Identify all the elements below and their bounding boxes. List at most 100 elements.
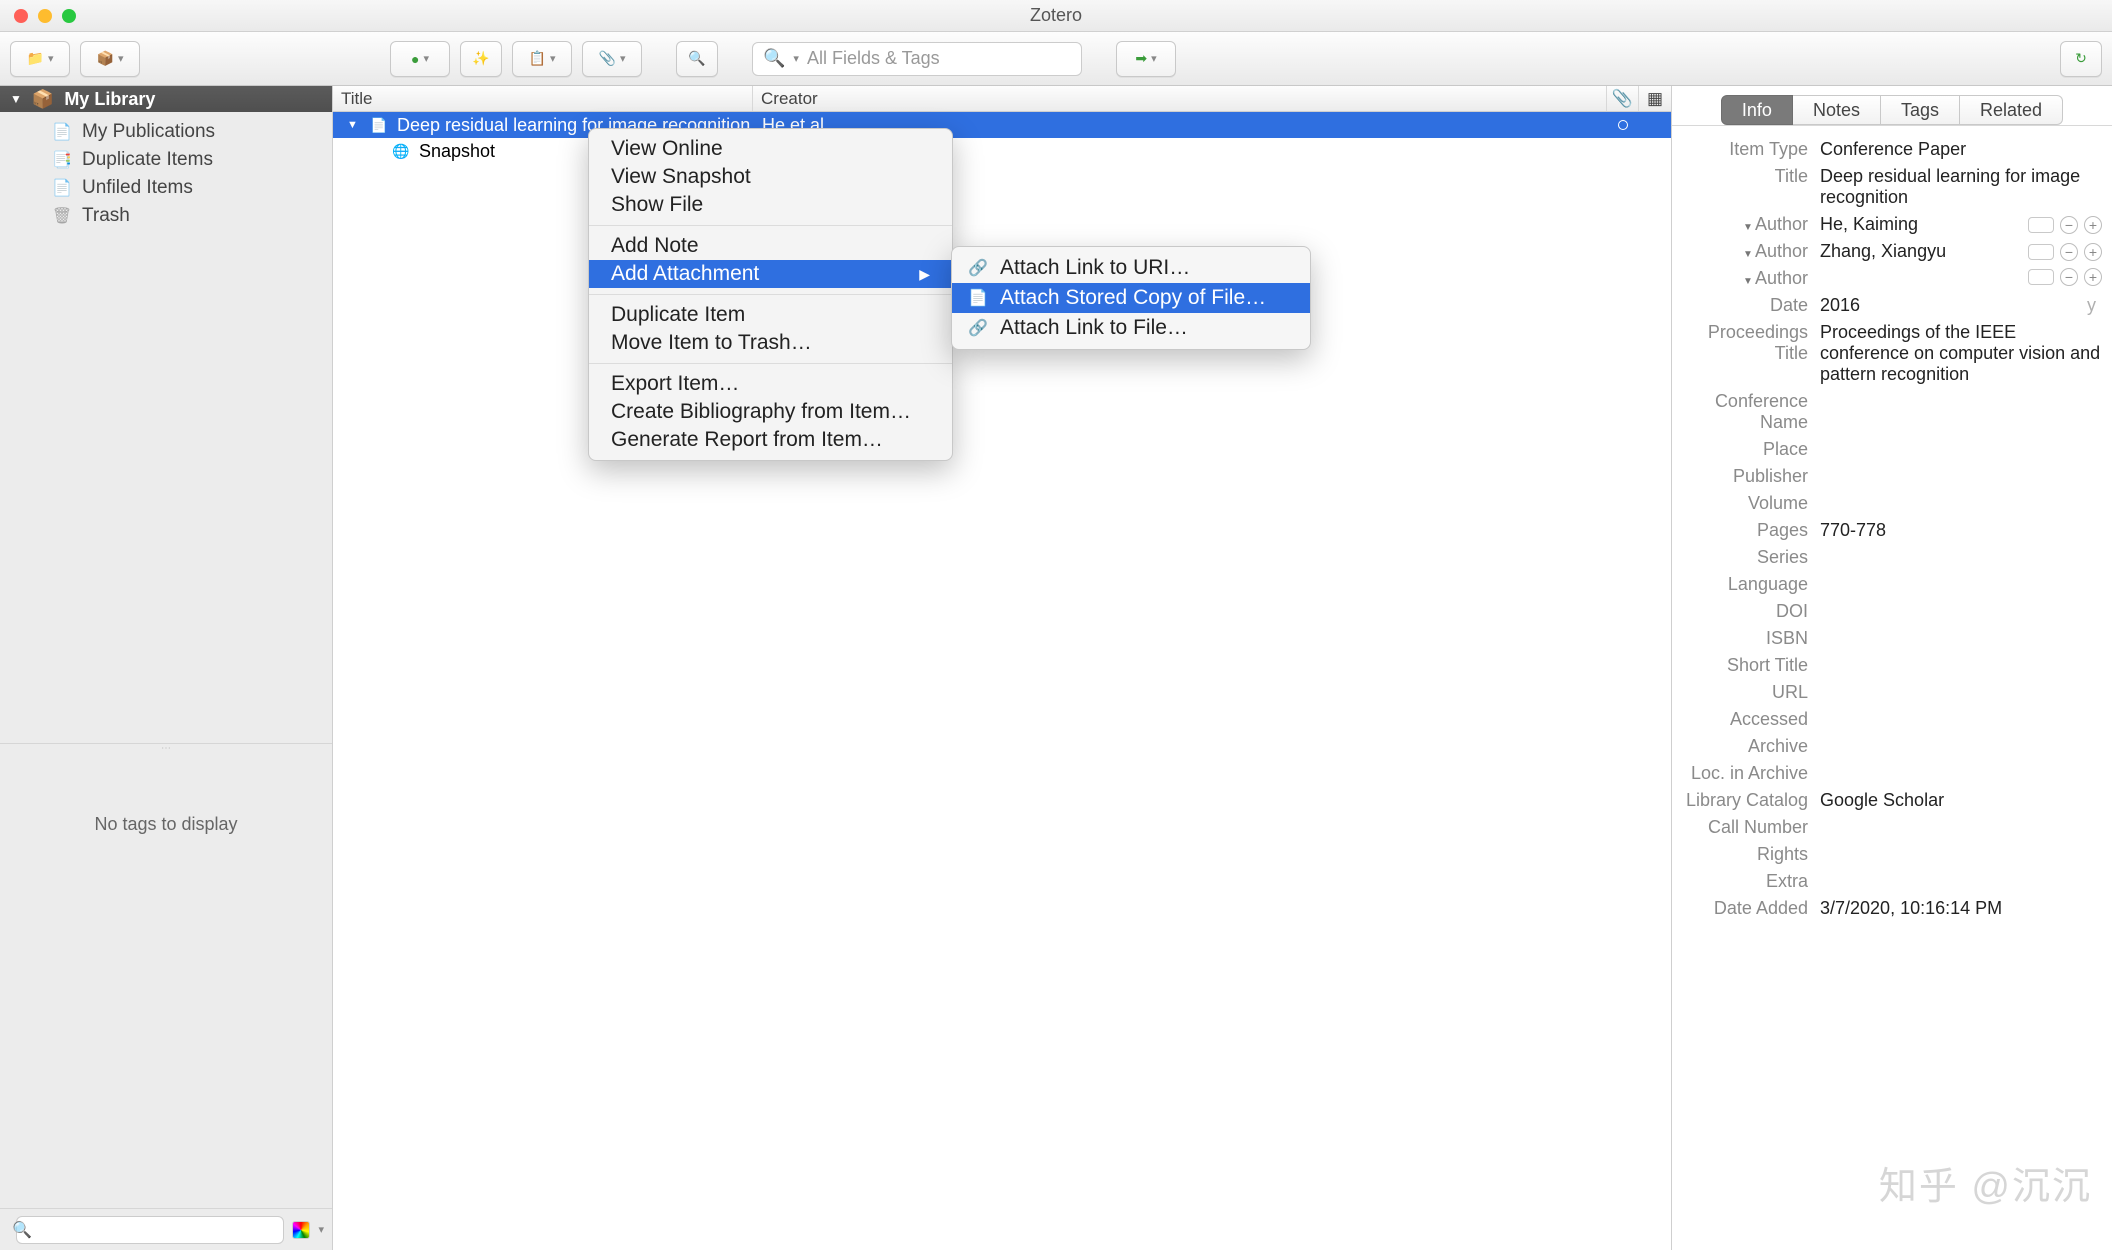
titlebar: Zotero xyxy=(0,0,2112,32)
chevron-down-icon[interactable]: ▾ xyxy=(318,1223,324,1236)
column-creator[interactable]: Creator xyxy=(753,86,1607,111)
swap-names-button[interactable] xyxy=(2028,269,2054,285)
item-attachment-row[interactable]: 🌐Snapshot xyxy=(333,138,1671,164)
field-label: Short Title xyxy=(1676,655,1808,676)
menu-item-label: Show File xyxy=(611,193,703,217)
field-value[interactable]: 2016y xyxy=(1820,295,2102,316)
field-value[interactable]: Proceedings of the IEEE conference on co… xyxy=(1820,322,2102,385)
column-picker[interactable]: ▦ xyxy=(1639,86,1671,111)
collection-icon: 📄 xyxy=(52,122,72,142)
link-icon: 🔗 xyxy=(968,257,988,279)
field-row-publisher: Publisher xyxy=(1676,463,2102,490)
field-value[interactable]: −+ xyxy=(1820,268,2102,286)
tab-notes[interactable]: Notes xyxy=(1793,95,1881,125)
tab-info[interactable]: Info xyxy=(1721,95,1793,125)
sync-button[interactable]: ↻ xyxy=(2060,41,2102,77)
locate-button[interactable]: ➡▾ xyxy=(1116,41,1176,77)
attach-button[interactable]: 📎▾ xyxy=(582,41,642,77)
advanced-search-button[interactable]: 🔍 xyxy=(676,41,718,77)
menu-item-show-file[interactable]: Show File xyxy=(589,191,952,219)
remove-author-button[interactable]: − xyxy=(2060,216,2078,234)
new-item-button[interactable]: ●▾ xyxy=(390,41,450,77)
field-row-author: ▼AuthorZhang, Xiangyu−+ xyxy=(1676,238,2102,265)
quick-search-field[interactable]: 🔍▾ All Fields & Tags xyxy=(752,42,1082,76)
drag-handle-icon[interactable]: ⋯ xyxy=(0,744,332,754)
field-row-place: Place xyxy=(1676,436,2102,463)
swap-names-button[interactable] xyxy=(2028,217,2054,233)
tab-tags[interactable]: Tags xyxy=(1881,95,1960,125)
field-value[interactable]: 770-778 xyxy=(1820,520,2102,541)
field-label: Place xyxy=(1676,439,1808,460)
menu-item-duplicate-item[interactable]: Duplicate Item xyxy=(589,301,952,329)
menu-item-label: Create Bibliography from Item… xyxy=(611,400,911,424)
new-collection-button[interactable]: 📁▾ xyxy=(10,41,70,77)
library-header[interactable]: ▼ 📦 My Library xyxy=(0,86,332,112)
chevron-down-icon[interactable]: ▼ xyxy=(1743,249,1753,260)
menu-item-move-item-to-trash[interactable]: Move Item to Trash… xyxy=(589,329,952,357)
item-row[interactable]: ▼📄Deep residual learning for image recog… xyxy=(333,112,1671,138)
submenu-item-attach-link-to-uri[interactable]: 🔗Attach Link to URI… xyxy=(952,253,1310,283)
library-title: My Library xyxy=(64,89,155,110)
attachment-indicator-icon xyxy=(1618,120,1628,130)
submenu-item-attach-link-to-file[interactable]: 🔗Attach Link to File… xyxy=(952,313,1310,343)
field-value[interactable]: Google Scholar xyxy=(1820,790,2102,811)
remove-author-button[interactable]: − xyxy=(2060,268,2078,286)
sidebar-item-label: Trash xyxy=(82,205,130,227)
field-row-date: Date2016y xyxy=(1676,292,2102,319)
sidebar-item-unfiled-items[interactable]: 📄Unfiled Items xyxy=(0,174,332,202)
field-row-short-title: Short Title xyxy=(1676,652,2102,679)
add-by-identifier-button[interactable]: ✨ xyxy=(460,41,502,77)
field-row-loc-in-archive: Loc. in Archive xyxy=(1676,760,2102,787)
sidebar-item-duplicate-items[interactable]: 📑Duplicate Items xyxy=(0,146,332,174)
field-row-isbn: ISBN xyxy=(1676,625,2102,652)
tab-related[interactable]: Related xyxy=(1960,95,2063,125)
field-label: Proceedings Title xyxy=(1676,322,1808,364)
field-label: Library Catalog xyxy=(1676,790,1808,811)
field-row-volume: Volume xyxy=(1676,490,2102,517)
menu-item-view-online[interactable]: View Online xyxy=(589,135,952,163)
menu-item-generate-report-from-item[interactable]: Generate Report from Item… xyxy=(589,426,952,454)
add-author-button[interactable]: + xyxy=(2084,268,2102,286)
column-title[interactable]: Title xyxy=(333,86,753,111)
field-value[interactable]: He, Kaiming−+ xyxy=(1820,214,2102,235)
menu-item-view-snapshot[interactable]: View Snapshot xyxy=(589,163,952,191)
swap-names-button[interactable] xyxy=(2028,244,2054,260)
new-note-button[interactable]: 📋▾ xyxy=(512,41,572,77)
field-value[interactable]: Zhang, Xiangyu−+ xyxy=(1820,241,2102,262)
menu-item-export-item[interactable]: Export Item… xyxy=(589,370,952,398)
field-label: Archive xyxy=(1676,736,1808,757)
items-header: Title Creator 📎 ▦ xyxy=(333,86,1671,112)
chevron-right-icon: ▶ xyxy=(919,266,930,283)
field-label: Call Number xyxy=(1676,817,1808,838)
menu-item-create-bibliography-from-item[interactable]: Create Bibliography from Item… xyxy=(589,398,952,426)
field-label: ISBN xyxy=(1676,628,1808,649)
new-library-button[interactable]: 📦▾ xyxy=(80,41,140,77)
menu-item-add-note[interactable]: Add Note xyxy=(589,232,952,260)
add-author-button[interactable]: + xyxy=(2084,243,2102,261)
field-value[interactable]: 3/7/2020, 10:16:14 PM xyxy=(1820,898,2102,919)
add-author-button[interactable]: + xyxy=(2084,216,2102,234)
chevron-down-icon[interactable]: ▼ xyxy=(347,119,361,131)
field-label: Conference Name xyxy=(1676,391,1808,433)
chevron-down-icon[interactable]: ▼ xyxy=(1743,276,1753,287)
column-attachment[interactable]: 📎 xyxy=(1607,86,1639,111)
sidebar-item-my-publications[interactable]: 📄My Publications xyxy=(0,118,332,146)
color-swatch-icon[interactable] xyxy=(292,1221,310,1239)
chevron-down-icon[interactable]: ▼ xyxy=(1743,222,1753,233)
submenu-item-attach-stored-copy-of-file[interactable]: 📄Attach Stored Copy of File… xyxy=(952,283,1310,313)
sidebar-item-trash[interactable]: 🗑Trash xyxy=(0,202,332,230)
field-label: Series xyxy=(1676,547,1808,568)
menu-item-add-attachment[interactable]: Add Attachment▶ xyxy=(589,260,952,288)
field-value[interactable]: Conference Paper xyxy=(1820,139,2102,160)
tag-filter-input[interactable] xyxy=(16,1216,285,1244)
field-row-rights: Rights xyxy=(1676,841,2102,868)
field-value[interactable]: Deep residual learning for image recogni… xyxy=(1820,166,2102,208)
attachment-submenu: 🔗Attach Link to URI…📄Attach Stored Copy … xyxy=(951,246,1311,350)
menu-item-label: View Online xyxy=(611,137,723,161)
field-row-library-catalog: Library Catalog Google Scholar xyxy=(1676,787,2102,814)
submenu-item-label: Attach Stored Copy of File… xyxy=(1000,286,1266,310)
remove-author-button[interactable]: − xyxy=(2060,243,2078,261)
field-row-extra: Extra xyxy=(1676,868,2102,895)
field-row-call-number: Call Number xyxy=(1676,814,2102,841)
library-box-icon: 📦 xyxy=(32,89,54,110)
